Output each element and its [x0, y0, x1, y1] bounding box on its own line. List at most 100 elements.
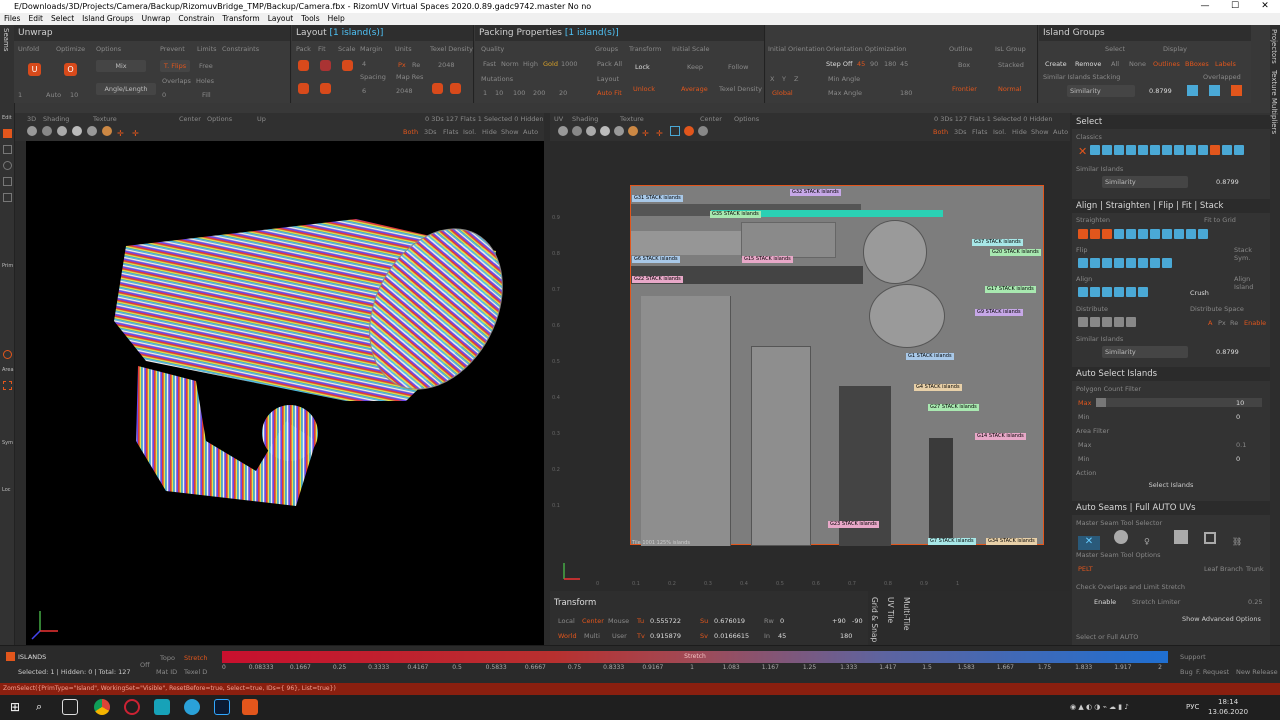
- tu-value[interactable]: 0.555722: [650, 617, 681, 625]
- cut-icon[interactable]: [3, 177, 12, 186]
- max-angle-label[interactable]: Max Angle: [828, 89, 862, 97]
- select-all-icon[interactable]: [1162, 145, 1173, 155]
- uv-island-tall-b[interactable]: [751, 346, 811, 546]
- box-label[interactable]: Box: [958, 61, 970, 69]
- uv-tag-g23[interactable]: G23 STACK islands: [828, 521, 879, 528]
- search-icon[interactable]: ⌕: [36, 699, 52, 715]
- select-similarity-field[interactable]: Similarity: [1102, 176, 1188, 188]
- uv-snap-icon[interactable]: [684, 126, 694, 136]
- fit-grid-all-icon[interactable]: [1198, 229, 1208, 239]
- holes-label[interactable]: Holes: [196, 77, 214, 85]
- select-loop-icon[interactable]: [1114, 145, 1125, 155]
- vp3d-mode-isol[interactable]: Isol.: [463, 128, 476, 136]
- minimize-button[interactable]: —: [1190, 0, 1220, 13]
- select-edge-icon[interactable]: [1102, 145, 1113, 155]
- ig-similarity-field[interactable]: Similarity: [1067, 85, 1135, 97]
- telegram-icon[interactable]: [184, 699, 200, 715]
- transform-world[interactable]: World: [558, 632, 577, 640]
- normal-label[interactable]: Normal: [998, 85, 1022, 93]
- box-tool-icon[interactable]: [1204, 532, 1216, 544]
- rotate-ccw-icon[interactable]: [1138, 258, 1148, 268]
- trunk-option[interactable]: Trunk: [1246, 565, 1264, 573]
- auto-fit-label[interactable]: Auto Fit: [597, 89, 622, 97]
- texel-density-value[interactable]: 2048: [438, 61, 455, 69]
- angle-180[interactable]: 180: [884, 60, 896, 68]
- task-view-icon[interactable]: [62, 699, 78, 715]
- stack-group-icon[interactable]: [1209, 85, 1220, 96]
- uv-tag-g35[interactable]: G35 STACK islands: [710, 211, 761, 218]
- unwrap-num-1[interactable]: 1: [18, 91, 22, 99]
- uv-tag-g6[interactable]: G6 STACK islands: [632, 256, 680, 263]
- mutation-10[interactable]: 10: [495, 89, 503, 97]
- select-grow-icon[interactable]: [1186, 145, 1197, 155]
- uv-tag-g15[interactable]: G15 STACK islands: [742, 256, 793, 263]
- uv-frame-icon[interactable]: ✛: [656, 129, 666, 139]
- overlapped-icon[interactable]: [1231, 85, 1242, 96]
- script-log[interactable]: ZomSelect({PrimType="Island", WorkingSet…: [0, 683, 1280, 695]
- align-similarity-field[interactable]: Similarity: [1102, 346, 1188, 358]
- lasso-icon[interactable]: [3, 161, 12, 170]
- overlaps-label[interactable]: Overlaps: [162, 77, 191, 85]
- area-min-label[interactable]: Min: [1078, 455, 1090, 463]
- menu-edit[interactable]: Edit: [24, 13, 47, 25]
- uv-tag-g34[interactable]: G34 STACK islands: [986, 538, 1037, 545]
- pack-group-icon[interactable]: [298, 83, 309, 94]
- unwrap-num-0[interactable]: 0: [162, 91, 166, 99]
- straighten-all-icon[interactable]: [1126, 229, 1136, 239]
- target-icon[interactable]: [3, 350, 12, 359]
- wire-sphere-icon[interactable]: [42, 126, 52, 136]
- transform-center[interactable]: Center: [582, 617, 604, 625]
- menu-layout[interactable]: Layout: [264, 13, 298, 25]
- optimize-icon[interactable]: O: [64, 63, 77, 76]
- crush-label[interactable]: Crush: [1190, 289, 1209, 297]
- photoshop-icon[interactable]: [214, 699, 230, 715]
- quality-fast[interactable]: Fast: [483, 60, 496, 68]
- quality-value[interactable]: 1000: [561, 60, 578, 68]
- mix-select[interactable]: Mix: [96, 60, 146, 72]
- keep-label[interactable]: Keep: [687, 63, 703, 71]
- poly-min-value[interactable]: 0: [1236, 413, 1240, 421]
- menu-files[interactable]: Files: [0, 13, 24, 25]
- select-ring-icon[interactable]: [1126, 145, 1137, 155]
- flip-v-local-icon[interactable]: [1114, 258, 1124, 268]
- uv-mode-show[interactable]: Show: [1031, 128, 1049, 136]
- uv-island-tall-a[interactable]: [641, 296, 731, 546]
- 3dsmax-icon[interactable]: [154, 699, 170, 715]
- unwrap-num-10[interactable]: 10: [70, 91, 78, 99]
- frontier-label[interactable]: Frontier: [952, 85, 977, 93]
- checker-sphere-icon[interactable]: [72, 126, 82, 136]
- uv-tag-g37[interactable]: G37 STACK islands: [972, 239, 1023, 246]
- fit-icon[interactable]: [320, 60, 331, 71]
- pelt-option[interactable]: PELT: [1078, 565, 1093, 573]
- uv-texture-icon[interactable]: [614, 126, 624, 136]
- display-topo[interactable]: Topo: [160, 654, 175, 662]
- rizomuv-icon[interactable]: [242, 699, 258, 715]
- select-islands-button[interactable]: Select Islands: [1072, 481, 1270, 489]
- global-label[interactable]: Global: [772, 89, 793, 97]
- vp3d-mode-flats[interactable]: Flats: [443, 128, 458, 136]
- fit-grid-u-icon[interactable]: [1174, 229, 1184, 239]
- max-angle-value[interactable]: 180: [900, 89, 912, 97]
- select-similar-icon[interactable]: [1234, 145, 1245, 155]
- sv-value[interactable]: 0.0166615: [714, 632, 749, 640]
- distribute-a[interactable]: A: [1208, 319, 1212, 327]
- feature-request-link[interactable]: F. Request: [1196, 668, 1229, 676]
- color-sphere-icon[interactable]: [102, 126, 112, 136]
- windows-start-icon[interactable]: ⊞: [10, 699, 26, 715]
- uv-shading-icon[interactable]: [558, 126, 568, 136]
- rotate-minus90[interactable]: -90: [852, 617, 863, 625]
- uv-center-icon[interactable]: ✛: [642, 129, 652, 139]
- uv-island-circle-b[interactable]: [869, 284, 945, 348]
- sphere-tool-icon[interactable]: [1114, 530, 1128, 544]
- rotate-180[interactable]: 180: [840, 632, 852, 640]
- distribute-v-icon[interactable]: [1090, 317, 1100, 327]
- rotate-cw-icon[interactable]: [1126, 258, 1136, 268]
- auto-label[interactable]: Auto: [46, 91, 61, 99]
- align-similarity-value[interactable]: 0.8799: [1216, 348, 1239, 356]
- uv-grid-toggle-icon[interactable]: [670, 126, 680, 136]
- uv-tag-g32[interactable]: G32 STACK islands: [790, 189, 841, 196]
- select-add-icon[interactable]: [1222, 145, 1233, 155]
- chrome-icon[interactable]: [94, 699, 110, 715]
- ig-none-button[interactable]: None: [1129, 60, 1146, 68]
- ig-labels-button[interactable]: Labels: [1215, 60, 1236, 68]
